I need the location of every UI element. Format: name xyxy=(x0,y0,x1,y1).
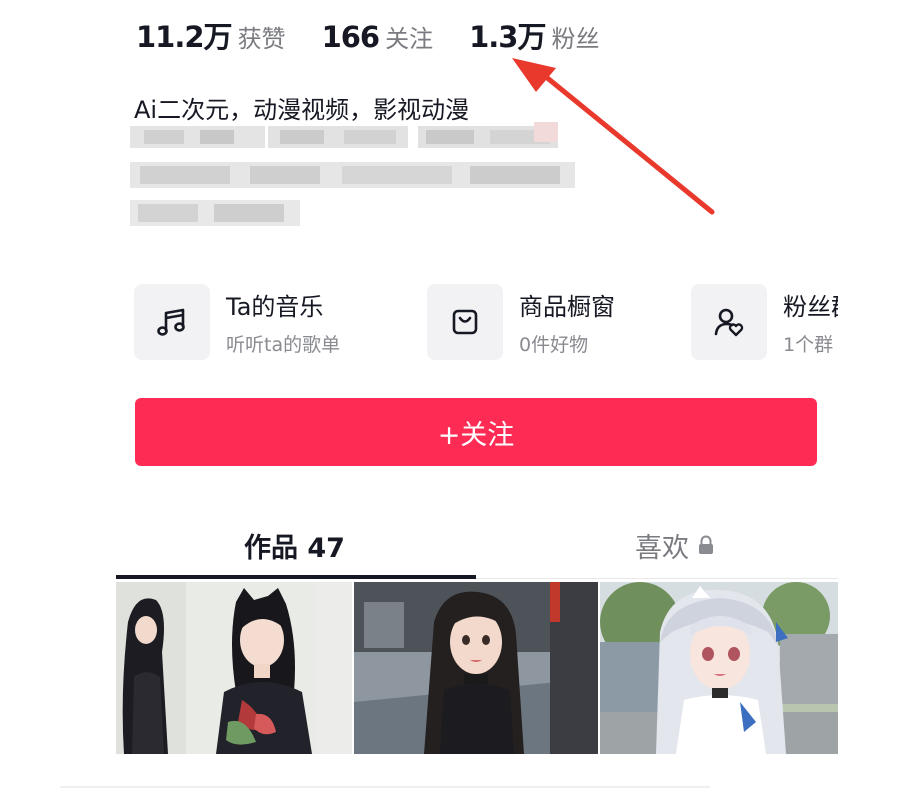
video-thumbnail[interactable] xyxy=(354,582,598,754)
shortcut-fan-group-title: 粉丝群 xyxy=(783,293,838,321)
tab-works[interactable]: 作品 47 xyxy=(244,525,345,565)
shortcut-row: Ta的音乐 听听ta的歌单 商品橱窗 0件好物 粉丝群 1个群 xyxy=(134,283,838,361)
anime-girl-thumbnail-image xyxy=(600,582,838,754)
follow-button[interactable]: +关注 xyxy=(135,398,817,466)
tab-likes[interactable]: 喜欢 xyxy=(635,525,715,565)
tab-divider xyxy=(476,578,838,579)
shortcut-shop-subtitle: 0件好物 xyxy=(519,334,589,356)
shortcut-music[interactable]: Ta的音乐 听听ta的歌单 xyxy=(134,283,340,361)
video-thumbnail[interactable] xyxy=(116,582,352,754)
shortcut-fan-group-subtitle: 1个群 xyxy=(783,334,834,356)
followers-count: 1.3万 xyxy=(469,20,546,54)
tab-likes-label: 喜欢 xyxy=(635,532,689,564)
anime-girl-thumbnail-image xyxy=(116,582,352,754)
active-tab-indicator xyxy=(116,575,476,579)
video-thumbnail[interactable] xyxy=(600,582,838,754)
followers-stat[interactable]: 1.3万 粉丝 xyxy=(469,14,599,56)
followers-label: 粉丝 xyxy=(551,25,600,53)
redacted-text-block xyxy=(130,122,575,226)
likes-count: 11.2万 xyxy=(136,20,233,54)
shortcut-music-title: Ta的音乐 xyxy=(226,293,324,321)
shopping-bag-icon xyxy=(427,284,503,360)
anime-girl-thumbnail-image xyxy=(354,582,598,754)
following-count: 166 xyxy=(321,20,381,54)
lock-icon xyxy=(699,535,713,554)
music-note-icon xyxy=(134,284,210,360)
bottom-divider xyxy=(60,786,710,788)
profile-stats: 11.2万 获赞 166 关注 1.3万 粉丝 xyxy=(136,14,635,64)
likes-stat[interactable]: 11.2万 获赞 xyxy=(136,14,286,56)
shortcut-music-subtitle: 听听ta的歌单 xyxy=(226,334,341,356)
shortcut-shop-window[interactable]: 商品橱窗 0件好物 xyxy=(427,283,615,361)
following-label: 关注 xyxy=(385,25,434,53)
shortcut-shop-title: 商品橱窗 xyxy=(519,293,615,321)
likes-label: 获赞 xyxy=(237,25,286,53)
fan-group-icon xyxy=(691,284,767,360)
shortcut-fan-group[interactable]: 粉丝群 1个群 xyxy=(691,283,838,361)
following-stat[interactable]: 166 关注 xyxy=(322,19,434,54)
